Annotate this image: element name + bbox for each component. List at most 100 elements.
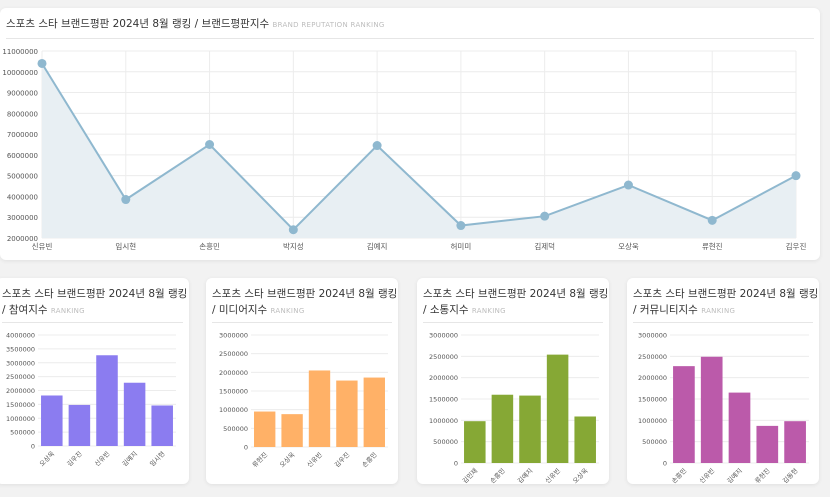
x-tick-label: 오상욱 xyxy=(618,241,639,251)
y-tick-label: 0 xyxy=(663,460,667,468)
bar xyxy=(756,425,779,463)
y-tick-label: 2500000 xyxy=(429,353,458,361)
community-chart-card: 스포츠 스타 브랜드평판 2024년 8월 랭킹 / 커뮤니티지수 RANKIN… xyxy=(627,278,819,484)
x-tick-label: 오상욱 xyxy=(37,449,56,468)
x-tick-label: 김우진 xyxy=(786,241,807,251)
bar xyxy=(784,421,806,463)
x-tick-label: 신유빈 xyxy=(305,450,324,469)
x-tick-label: 오상욱 xyxy=(277,450,296,469)
y-tick-label: 3000000 xyxy=(219,332,248,340)
data-point xyxy=(205,140,215,149)
bar xyxy=(728,392,751,463)
bar xyxy=(519,395,541,463)
community-bar-chart: 0 500000 1000000 1500000 2000000 2500000 30000… xyxy=(638,332,809,484)
x-tick-label: 손흥민 xyxy=(669,466,688,484)
y-tick-label: 8000000 xyxy=(7,110,38,118)
x-tick-label: 김동현 xyxy=(781,467,799,484)
x-tick-label: 허미미 xyxy=(451,242,472,251)
bar xyxy=(96,355,118,446)
bar xyxy=(41,395,63,446)
y-tick-label: 500000 xyxy=(223,425,248,433)
communication-bar-chart: 0 500000 1000000 1500000 2000000 2500000 30000… xyxy=(429,332,599,484)
x-tick-label: 김예지 xyxy=(515,466,534,484)
y-tick-label: 3500000 xyxy=(6,345,35,353)
x-tick-label: 류현진 xyxy=(753,466,772,484)
y-tick-label: 2000000 xyxy=(6,387,35,395)
bar xyxy=(700,356,723,463)
y-tick-label: 0 xyxy=(31,443,35,451)
y-tick-label: 1000000 xyxy=(429,417,458,425)
y-tick-label: 2000000 xyxy=(219,369,248,377)
x-tick-label: 오상욱 xyxy=(571,466,590,484)
x-tick-label: 김우진 xyxy=(65,449,84,468)
main-line-chart: 2000000300000040000005000000600000070000… xyxy=(2,48,807,251)
data-point xyxy=(37,58,47,68)
participation-bar-chart: 0 500000 1000000 1500000 2000000 2500000 30000… xyxy=(6,332,176,468)
data-point xyxy=(540,211,550,221)
y-tick-label: 0 xyxy=(454,460,458,468)
bar xyxy=(151,405,173,446)
x-tick-label: 류현진 xyxy=(702,241,723,251)
y-tick-label: 2500000 xyxy=(638,353,667,361)
y-tick-label: 1500000 xyxy=(219,388,248,396)
x-tick-label: 김예지 xyxy=(367,241,388,251)
y-tick-label: 500000 xyxy=(10,429,35,437)
y-tick-label: 3000000 xyxy=(638,332,667,340)
x-tick-label: 임시현 xyxy=(115,242,136,251)
bar xyxy=(123,382,146,446)
y-tick-label: 4000000 xyxy=(6,332,35,340)
data-point xyxy=(372,141,382,151)
media-chart-card: 스포츠 스타 브랜드평판 2024년 8월 랭킹 / 미디어지수 RANKING… xyxy=(206,278,398,484)
y-tick-label: 1000000 xyxy=(219,406,248,414)
y-tick-label: 1500000 xyxy=(6,401,35,409)
x-tick-label: 류현진 xyxy=(250,450,269,469)
x-tick-label: 김민재 xyxy=(460,466,479,484)
y-tick-label: 6000000 xyxy=(7,152,38,160)
y-tick-label: 1000000 xyxy=(6,415,35,423)
x-tick-label: 신유빈 xyxy=(32,242,53,251)
x-tick-label: 신유빈 xyxy=(697,466,716,484)
participation-chart-card: 스포츠 스타 브랜드평판 2024년 8월 랭킹 / 참여지수 RANKING … xyxy=(0,278,189,484)
bar xyxy=(673,366,695,463)
data-point xyxy=(456,221,466,231)
bar xyxy=(336,380,358,447)
y-tick-label: 1500000 xyxy=(638,396,667,404)
y-tick-label: 7000000 xyxy=(7,131,38,139)
bar xyxy=(464,421,486,463)
bar xyxy=(68,404,91,446)
y-tick-label: 1000000 xyxy=(638,417,667,425)
x-tick-label: 임시현 xyxy=(148,450,166,468)
main-chart-card: 스포츠 스타 브랜드평판 2024년 8월 랭킹 / 브랜드평판지수 BRAND… xyxy=(0,8,820,260)
x-tick-label: 신유빈 xyxy=(543,466,562,484)
bar xyxy=(254,411,276,447)
y-tick-label: 9000000 xyxy=(7,90,38,98)
data-point xyxy=(121,195,131,205)
x-tick-label: 손흥민 xyxy=(199,241,220,251)
data-point xyxy=(791,171,801,181)
y-tick-label: 3000000 xyxy=(6,359,35,367)
x-tick-label: 김제덕 xyxy=(534,241,555,251)
x-tick-label: 김우진 xyxy=(332,450,351,469)
y-tick-label: 0 xyxy=(244,444,248,452)
series-area xyxy=(42,63,796,238)
bar xyxy=(308,370,331,447)
y-tick-label: 2000000 xyxy=(429,374,458,382)
data-point xyxy=(288,225,298,235)
communication-chart-card: 스포츠 스타 브랜드평판 2024년 8월 랭킹 / 소통지수 RANKING … xyxy=(417,278,609,484)
bar xyxy=(546,354,569,463)
bar xyxy=(574,416,596,463)
y-tick-label: 2500000 xyxy=(6,373,35,381)
media-bar-chart: 0 500000 1000000 1500000 2000000 2500000 30000… xyxy=(219,332,388,469)
x-tick-label: 손흥민 xyxy=(360,450,379,469)
y-tick-label: 2000000 xyxy=(638,374,667,382)
y-tick-label: 1500000 xyxy=(429,396,458,404)
y-tick-label: 2500000 xyxy=(219,350,248,358)
y-tick-label: 10000000 xyxy=(2,69,38,77)
y-tick-label: 5000000 xyxy=(7,173,38,181)
y-tick-label: 3000000 xyxy=(7,214,38,222)
y-tick-label: 3000000 xyxy=(429,332,458,340)
data-point xyxy=(623,180,633,190)
bar xyxy=(491,394,514,463)
x-tick-label: 김예지 xyxy=(120,449,139,468)
y-tick-label: 500000 xyxy=(642,438,667,446)
